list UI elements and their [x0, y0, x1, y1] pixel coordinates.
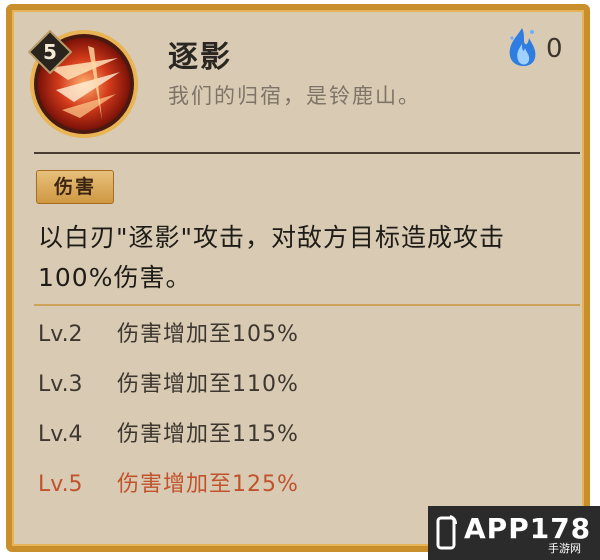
level-label: Lv.2: [38, 322, 83, 347]
damage-tag: 伤害: [36, 170, 114, 204]
description-line-1: 以白刃"逐影"攻击，对敌方目标造成攻击: [38, 223, 505, 252]
header-divider: [34, 152, 580, 154]
level-row-5: Lv.5 伤害增加至125%: [38, 466, 299, 498]
skill-card: 5 逐影 我们的归宿，是铃鹿山。 0 伤害 以白刃"逐影"攻击，对敌方目标造成攻…: [6, 4, 590, 552]
watermark-subtext: 手游网: [548, 542, 581, 555]
level-number: 5: [43, 40, 57, 64]
level-row-4: Lv.4 伤害增加至115%: [38, 416, 299, 448]
skill-description: 以白刃"逐影"攻击，对敌方目标造成攻击 100%伤害。: [38, 218, 578, 298]
level-label: Lv.5: [38, 472, 83, 497]
level-label: Lv.4: [38, 422, 83, 447]
skill-flavor-text: 我们的归宿，是铃鹿山。: [168, 84, 421, 108]
soul-fire-icon: [509, 28, 536, 67]
description-line-2: 100%伤害。: [38, 263, 192, 292]
level-effect: 伤害增加至105%: [117, 322, 299, 347]
level-row-3: Lv.3 伤害增加至110%: [38, 366, 299, 398]
level-row-2: Lv.2 伤害增加至105%: [38, 316, 299, 348]
levels-divider: [34, 304, 580, 306]
level-effect: 伤害增加至110%: [117, 372, 299, 397]
level-badge: 5: [28, 30, 72, 74]
level-label: Lv.3: [38, 372, 83, 397]
skill-name: 逐影: [168, 40, 232, 75]
soul-fire-cost: 0: [546, 34, 563, 64]
level-effect: 伤害增加至125%: [117, 472, 299, 497]
level-effect: 伤害增加至115%: [117, 422, 299, 447]
phone-icon: [436, 515, 457, 550]
